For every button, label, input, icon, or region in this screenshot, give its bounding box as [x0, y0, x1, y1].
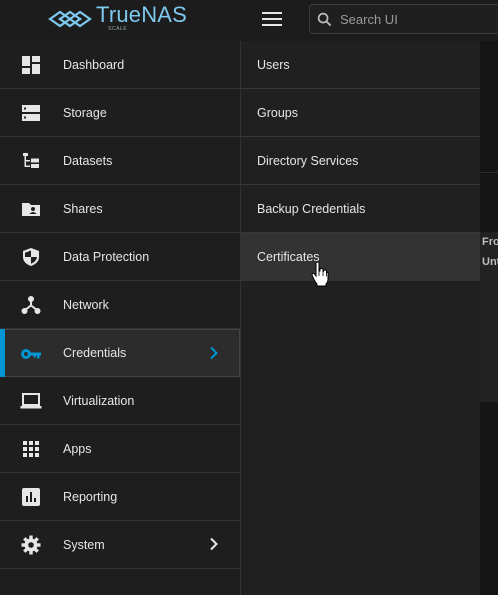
network-icon	[20, 294, 42, 316]
sidebar-item-label: Storage	[63, 105, 107, 120]
sidebar-item-label: Credentials	[63, 346, 127, 360]
search-input[interactable]	[338, 10, 492, 28]
submenu-item-groups[interactable]: Groups	[241, 89, 480, 137]
logo-title: TrueNAS	[96, 2, 188, 27]
submenu-item-directory-services[interactable]: Directory Services	[241, 137, 480, 185]
truenas-logo[interactable]: TrueNAS SCALE	[48, 4, 187, 38]
background-card: Fro Unt	[480, 232, 498, 402]
chevron-right-icon	[210, 537, 218, 551]
sidebar-item-apps[interactable]: Apps	[0, 425, 240, 473]
sidebar-item-virtualization[interactable]: Virtualization	[0, 377, 240, 425]
chevron-right-icon	[210, 346, 218, 360]
sidebar-item-network[interactable]: Network	[0, 281, 240, 329]
sidebar-item-dashboard[interactable]: Dashboard	[0, 41, 240, 89]
hamburger-icon[interactable]	[262, 12, 282, 28]
search-icon	[317, 12, 332, 27]
gear-icon	[20, 534, 42, 556]
background-card-line: Unt	[482, 256, 498, 268]
sidebar-item-label: Datasets	[63, 153, 113, 168]
sidebar-item-reporting[interactable]: Reporting	[0, 473, 240, 521]
hand-pointer-cursor-icon	[311, 261, 329, 287]
credentials-submenu: Users Groups Directory Services Backup C…	[241, 41, 480, 595]
top-toolbar: TrueNAS SCALE	[0, 0, 498, 41]
submenu-item-certificates[interactable]: Certificates	[241, 233, 480, 281]
submenu-item-users[interactable]: Users	[241, 41, 480, 89]
shares-icon	[20, 198, 42, 220]
datasets-icon	[20, 150, 42, 172]
background-card-line: Fro	[482, 236, 498, 248]
sidebar: Dashboard Storage Datasets Shares Data P…	[0, 41, 241, 595]
apps-icon	[20, 438, 42, 460]
sidebar-item-label: Dashboard	[63, 57, 125, 72]
sidebar-item-label: System	[63, 537, 105, 552]
data-protection-icon	[20, 246, 42, 268]
truenas-logo-icon	[48, 10, 92, 28]
search-box[interactable]	[309, 4, 498, 34]
sidebar-item-storage[interactable]: Storage	[0, 89, 240, 137]
sidebar-item-credentials[interactable]: Credentials	[0, 329, 240, 377]
storage-icon	[20, 102, 42, 124]
dashboard-icon	[20, 54, 42, 76]
credentials-icon	[20, 343, 42, 365]
reporting-icon	[20, 486, 42, 508]
submenu-item-backup-credentials[interactable]: Backup Credentials	[241, 185, 480, 233]
sidebar-item-label: Shares	[63, 201, 103, 216]
sidebar-item-label: Network	[63, 297, 109, 312]
content-divider	[480, 172, 498, 173]
logo-subtitle: SCALE	[108, 26, 128, 32]
sidebar-item-label: Data Protection	[63, 249, 150, 264]
sidebar-item-label: Reporting	[63, 489, 118, 504]
sidebar-item-system[interactable]: System	[0, 521, 240, 569]
sidebar-item-label: Virtualization	[63, 393, 135, 408]
virtualization-icon	[20, 390, 42, 412]
sidebar-item-label: Apps	[63, 441, 92, 456]
sidebar-item-shares[interactable]: Shares	[0, 185, 240, 233]
sidebar-item-datasets[interactable]: Datasets	[0, 137, 240, 185]
sidebar-item-data-protection[interactable]: Data Protection	[0, 233, 240, 281]
